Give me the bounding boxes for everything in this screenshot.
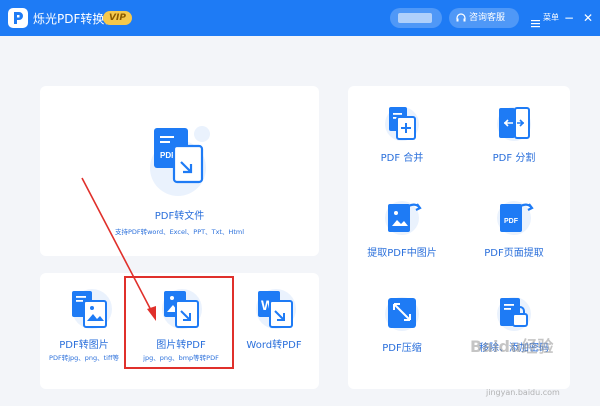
watermark-text: Baidu经验 bbox=[470, 337, 554, 356]
watermark-url: jingyan.baidu.com bbox=[486, 388, 560, 397]
